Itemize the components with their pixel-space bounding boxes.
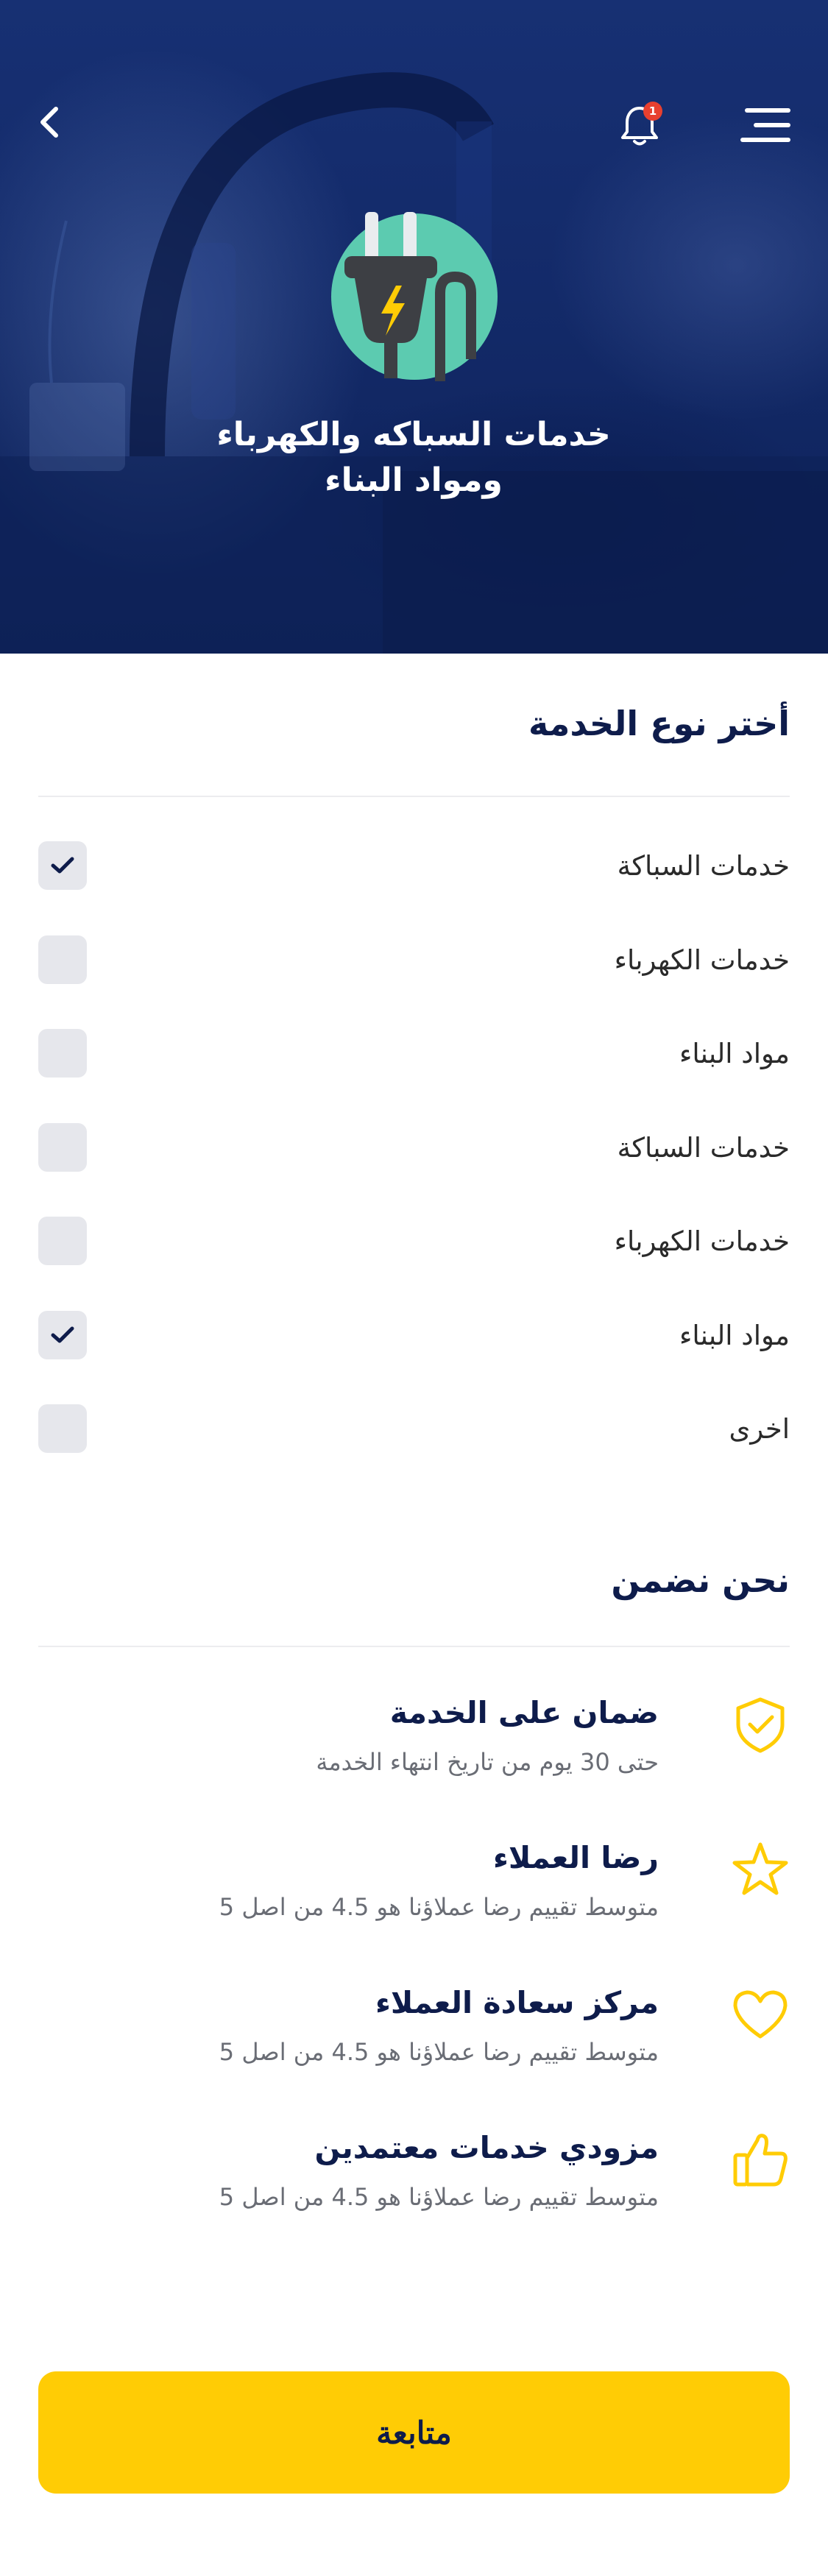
guarantee-title: مزودي خدمات معتمدين	[314, 2130, 659, 2165]
option-label: مواد البناء	[679, 1319, 790, 1351]
service-option-other[interactable]: اخرى	[38, 1403, 790, 1454]
service-option-plumbing[interactable]: خدمات السباكة	[38, 840, 790, 891]
option-label: خدمات الكهرباء	[614, 1225, 790, 1257]
service-option-electrical[interactable]: خدمات الكهرباء	[38, 934, 790, 986]
guarantee-certified-providers: مزودي خدمات معتمدين متوسط تقييم رضا عملا…	[38, 2130, 790, 2226]
option-label: اخرى	[729, 1412, 790, 1445]
checkbox[interactable]	[38, 1217, 87, 1265]
page-title-text: خدمات السباكه والكهرباء ومواد البناء	[216, 416, 611, 499]
chevron-left-icon	[40, 107, 58, 138]
guarantee-subtitle: متوسط تقييم رضا عملاؤنا هو 4.5 من اصل 5	[219, 2038, 659, 2066]
thumbs-up-icon	[733, 2134, 788, 2187]
option-label: خدمات الكهرباء	[614, 944, 790, 976]
guarantee-subtitle: حتى 30 يوم من تاريخ انتهاء الخدمة	[316, 1748, 659, 1776]
checkbox[interactable]	[38, 935, 87, 984]
menu-button[interactable]	[737, 103, 793, 147]
guarantee-title: ضمان على الخدمة	[389, 1695, 659, 1730]
option-label: مواد البناء	[679, 1037, 790, 1069]
service-option-electrical-2[interactable]: خدمات الكهرباء	[38, 1215, 790, 1267]
checkbox[interactable]	[38, 1029, 87, 1078]
check-icon	[51, 1326, 74, 1343]
guarantee-customer-happiness-center: مركز سعادة العملاء متوسط تقييم رضا عملاؤ…	[38, 1985, 790, 2081]
continue-button[interactable]: متابعة	[38, 2371, 790, 2494]
notification-badge: 1	[643, 102, 662, 121]
hero-header: 1 خدمات السباكه والكهرباء ومواد البناء	[0, 0, 828, 654]
guarantee-subtitle: متوسط تقييم رضا عملاؤنا هو 4.5 من اصل 5	[219, 2183, 659, 2211]
checkbox[interactable]	[38, 1123, 87, 1172]
guarantee-customer-satisfaction: رضا العملاء متوسط تقييم رضا عملاؤنا هو 4…	[38, 1840, 790, 1936]
continue-button-label: متابعة	[376, 2415, 452, 2450]
guarantee-title: مركز سعادة العملاء	[375, 1985, 659, 2020]
notifications-button[interactable]: 1	[614, 99, 665, 155]
guarantee-service-warranty: ضمان على الخدمة حتى 30 يوم من تاريخ انته…	[38, 1695, 790, 1791]
guarantee-subtitle: متوسط تقييم رضا عملاؤنا هو 4.5 من اصل 5	[219, 1893, 659, 1921]
option-label: خدمات السباكة	[617, 849, 790, 882]
service-option-building-materials-2[interactable]: مواد البناء	[38, 1309, 790, 1361]
option-label: خدمات السباكة	[617, 1131, 790, 1164]
hamburger-menu-icon	[740, 108, 790, 142]
checkbox[interactable]	[38, 841, 87, 890]
guarantees-heading: نحن نضمن	[611, 1560, 790, 1600]
star-icon	[732, 1842, 788, 1895]
page-title: خدمات السباكه والكهرباء ومواد البناء	[82, 412, 745, 503]
check-icon	[51, 857, 74, 874]
guarantee-title: رضا العملاء	[492, 1840, 659, 1875]
back-button[interactable]	[28, 100, 72, 144]
checkbox[interactable]	[38, 1311, 87, 1359]
service-option-building-materials[interactable]: مواد البناء	[38, 1027, 790, 1079]
divider	[38, 1646, 790, 1647]
service-type-heading: أختر نوع الخدمة	[528, 704, 790, 743]
divider	[38, 796, 790, 797]
service-option-plumbing-2[interactable]: خدمات السباكة	[38, 1122, 790, 1173]
heart-icon	[733, 1990, 788, 2039]
electric-plug-icon	[331, 212, 498, 381]
checkbox[interactable]	[38, 1404, 87, 1453]
shield-check-icon	[736, 1697, 785, 1753]
